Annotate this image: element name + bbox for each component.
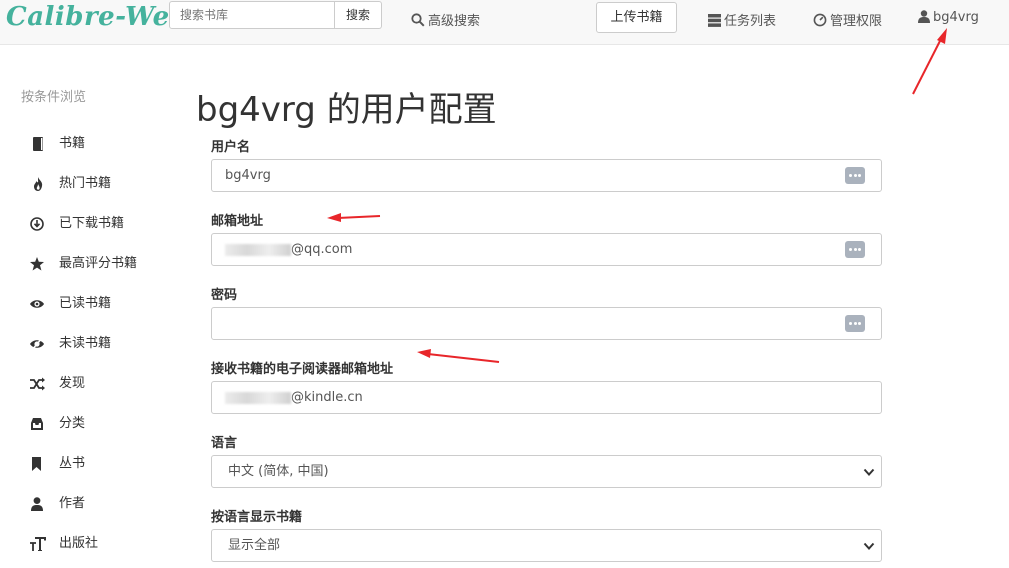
star-icon [30,257,44,271]
bookmark-icon [32,457,41,471]
language-value: 中文 (简体, 中国) [228,464,329,479]
page-title: bg4vrg 的用户配置 [196,90,497,130]
language-select[interactable]: 中文 (简体, 中国) [211,455,882,488]
book-language-value: 显示全部 [228,538,281,553]
admin-link[interactable]: 管理权限 [813,10,882,29]
search-icon [411,13,425,27]
chevron-down-icon [863,542,875,550]
password-label: 密码 [211,288,238,303]
advanced-search-label: 高级搜索 [428,14,481,29]
password-manager-icon[interactable] [845,315,865,332]
eye-closed-icon [30,337,44,351]
username-value: bg4vrg [225,168,271,183]
sidebar-title: 按条件浏览 [21,90,87,105]
sidebar-item-label: 作者 [59,496,86,511]
username-label: 用户名 [211,140,251,155]
kindle-email-field[interactable]: @kindle.cn [211,381,882,414]
eye-open-icon [30,300,44,308]
upload-button[interactable]: 上传书籍 [596,2,677,33]
chevron-down-icon [863,468,875,476]
sidebar-item-label: 书籍 [59,136,86,151]
sidebar-item-label: 最高评分书籍 [59,256,138,271]
password-manager-icon[interactable] [845,241,865,258]
fire-icon [34,177,43,191]
tasks-link[interactable]: 任务列表 [708,10,776,29]
password-field[interactable] [211,307,882,340]
sidebar-item-label: 未读书籍 [59,336,112,351]
sidebar-item-label: 出版社 [59,536,99,551]
brand-logo[interactable]: Calibre-Web [6,2,188,32]
kindle-email-label: 接收书籍的电子阅读器邮箱地址 [211,362,394,377]
annotation-arrow [327,213,381,222]
password-manager-icon[interactable] [845,167,865,184]
email-label: 邮箱地址 [211,214,264,229]
sidebar-item-label: 已下载书籍 [59,216,125,231]
annotation-arrow [417,349,500,363]
book-language-select[interactable]: 显示全部 [211,529,882,562]
admin-label: 管理权限 [830,14,883,29]
download-circle-icon [30,217,44,231]
advanced-search-link[interactable]: 高级搜索 [411,10,480,29]
redacted-text [225,243,291,256]
kindle-email-value: @kindle.cn [291,390,363,405]
random-icon [30,377,45,391]
user-icon [918,10,930,23]
text-size-icon [30,537,46,551]
sidebar-item-label: 分类 [59,416,86,431]
sidebar-item-label: 丛书 [59,456,86,471]
email-value: @qq.com [291,242,353,257]
user-icon [31,497,43,511]
language-label: 语言 [211,436,238,451]
inbox-icon [31,418,43,430]
tasks-label: 任务列表 [724,14,777,29]
search-button[interactable]: 搜索 [335,1,382,29]
user-profile-link[interactable]: bg4vrg [918,10,979,25]
book-language-label: 按语言显示书籍 [211,510,303,525]
user-name-label: bg4vrg [933,10,979,25]
sidebar-item-label: 已读书籍 [59,296,112,311]
dashboard-icon [813,13,827,27]
search-input[interactable] [169,1,335,29]
sidebar-item-label: 发现 [59,376,86,391]
book-icon [33,137,43,151]
tasks-icon [708,14,721,27]
redacted-text [225,391,291,404]
email-field[interactable]: @qq.com [211,233,882,266]
sidebar-item-label: 热门书籍 [59,176,112,191]
top-navbar: Calibre-Web 搜索 高级搜索 上传书籍 任务列表 管理权限 bg4vr… [0,0,1009,45]
username-field[interactable]: bg4vrg [211,159,882,192]
